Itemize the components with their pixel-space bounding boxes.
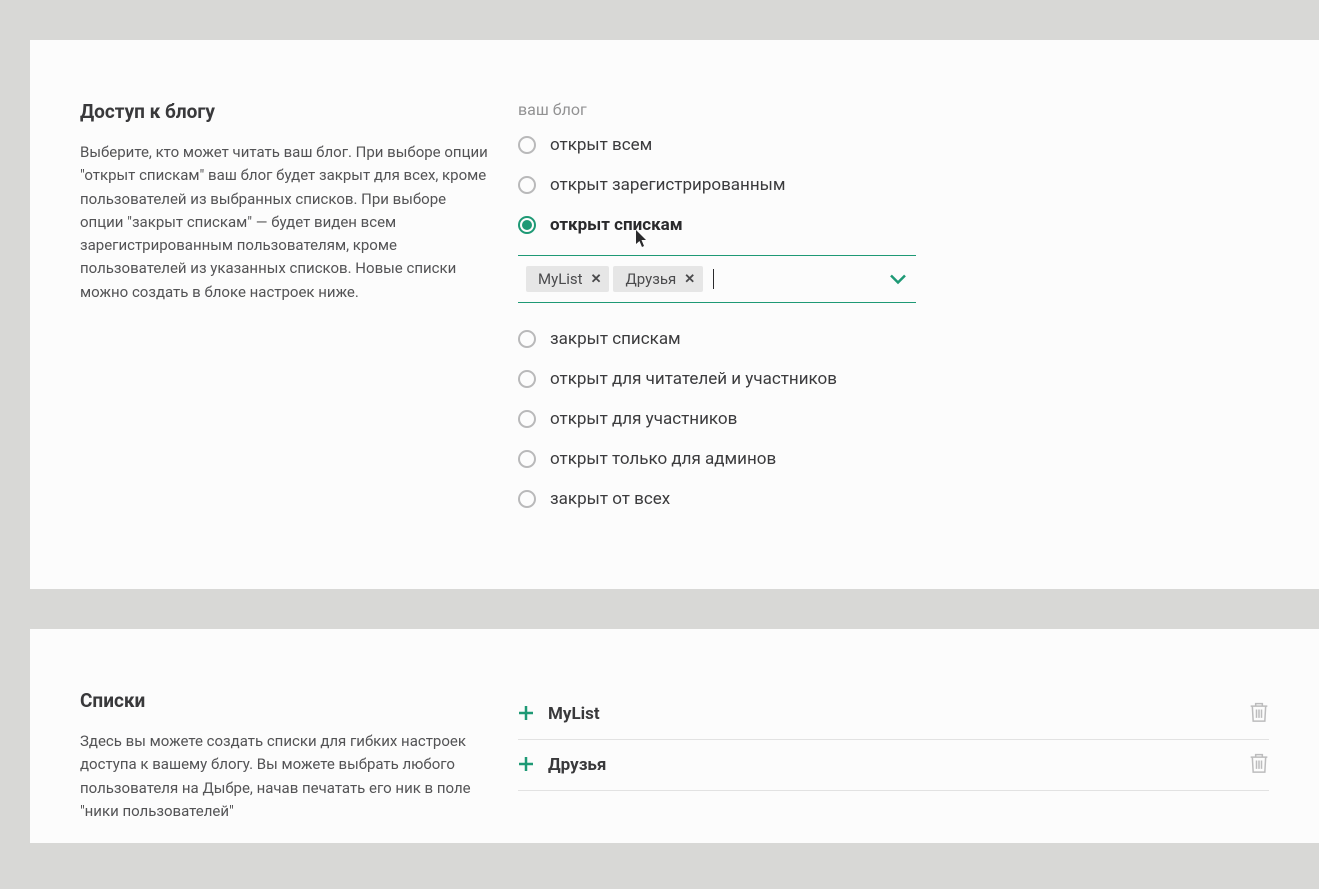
list-name: Друзья — [548, 755, 1249, 775]
trash-icon[interactable] — [1249, 701, 1269, 727]
plus-icon — [518, 755, 534, 775]
access-options-column: ваш блог открыт всем открыт зарегистриро… — [518, 100, 1269, 529]
lists-items-column: MyList Друзья — [518, 689, 1269, 823]
list-item[interactable]: MyList — [518, 689, 1269, 740]
radio-label: закрыт от всех — [550, 489, 670, 509]
radio-label: открыт для читателей и участников — [550, 369, 837, 389]
radio-label: открыт всем — [550, 135, 652, 155]
chevron-down-icon[interactable] — [890, 270, 906, 289]
radio-open-all[interactable]: открыт всем — [518, 135, 1269, 155]
radio-open-readers-participants[interactable]: открыт для читателей и участников — [518, 369, 1269, 389]
radio-icon — [518, 136, 536, 154]
radio-icon — [518, 490, 536, 508]
access-title: Доступ к блогу — [80, 100, 488, 123]
lists-description: Здесь вы можете создать списки для гибки… — [80, 730, 488, 823]
plus-icon — [518, 704, 534, 724]
radio-icon — [518, 410, 536, 428]
tag-label: MyList — [538, 270, 583, 288]
list-item[interactable]: Друзья — [518, 740, 1269, 791]
radio-open-admins[interactable]: открыт только для админов — [518, 449, 1269, 469]
radio-icon — [518, 216, 536, 234]
radio-icon — [518, 330, 536, 348]
radio-label: открыт только для админов — [550, 449, 776, 469]
blog-access-card: Доступ к блогу Выберите, кто может читат… — [30, 40, 1319, 589]
list-name: MyList — [548, 704, 1249, 724]
lists-description-column: Списки Здесь вы можете создать списки дл… — [80, 689, 518, 823]
radio-icon — [518, 176, 536, 194]
radio-open-registered[interactable]: открыт зарегистрированным — [518, 175, 1269, 195]
text-cursor — [713, 269, 714, 289]
access-description-column: Доступ к блогу Выберите, кто может читат… — [80, 100, 518, 529]
radio-icon — [518, 450, 536, 468]
lists-title: Списки — [80, 689, 488, 712]
radio-label: открыт для участников — [550, 409, 737, 429]
radio-open-lists[interactable]: открыт спискам — [518, 215, 1269, 235]
radio-label: открыт спискам — [550, 215, 683, 235]
lists-tag-input[interactable]: MyList ✕ Друзья ✕ — [518, 255, 916, 303]
tag-chip-mylist: MyList ✕ — [526, 266, 609, 292]
radio-closed-all[interactable]: закрыт от всех — [518, 489, 1269, 509]
remove-tag-icon[interactable]: ✕ — [591, 272, 602, 287]
access-description: Выберите, кто может читать ваш блог. При… — [80, 141, 488, 304]
lists-card: Списки Здесь вы можете создать списки дл… — [30, 629, 1319, 843]
trash-icon[interactable] — [1249, 752, 1269, 778]
radio-closed-lists[interactable]: закрыт спискам — [518, 329, 1269, 349]
radio-open-participants[interactable]: открыт для участников — [518, 409, 1269, 429]
remove-tag-icon[interactable]: ✕ — [684, 272, 695, 287]
radio-icon — [518, 370, 536, 388]
tag-label: Друзья — [625, 270, 676, 288]
radio-label: закрыт спискам — [550, 329, 681, 349]
radio-label: открыт зарегистрированным — [550, 175, 785, 195]
tag-chip-friends: Друзья ✕ — [613, 266, 703, 292]
field-label: ваш блог — [518, 100, 1269, 119]
